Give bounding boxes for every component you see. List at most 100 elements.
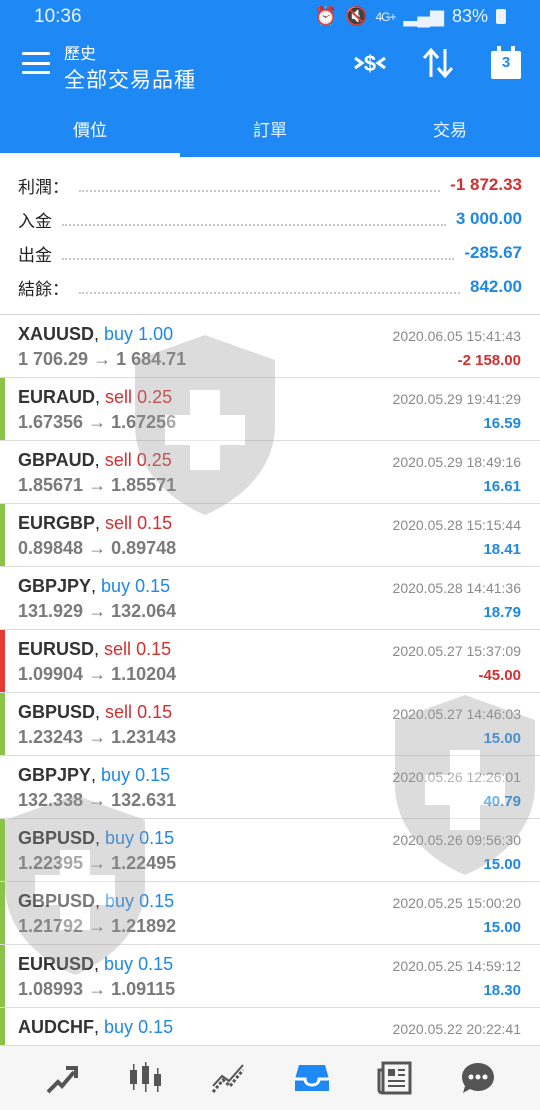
trade-prices: 132.338 → 132.631 (18, 790, 176, 811)
symbol-name: XAUUSD (18, 324, 95, 344)
menu-button[interactable] (22, 52, 50, 74)
mute-icon: 🔇 (345, 6, 368, 26)
symbol-name: GBPUSD (18, 828, 96, 848)
trade-time: 2020.05.25 14:59:12 (392, 958, 521, 974)
trade-row[interactable]: GBPJPY, buy 0.15 132.338 → 132.631 2020.05… (0, 756, 540, 819)
arrow-right-icon: → (83, 475, 112, 495)
trade-symbol: EURAUD, sell 0.25 (18, 387, 173, 407)
trade-row[interactable]: GBPUSD, buy 0.15 1.22395 → 1.22495 2020.05… (0, 819, 540, 882)
symbol-name: EURAUD (18, 387, 96, 407)
trade-time: 2020.06.05 15:41:43 (392, 328, 521, 344)
trade-side: buy (101, 765, 131, 785)
trade-prices: 1.85671 → 1.85571 (18, 475, 176, 496)
trade-symbol: GBPUSD, buy 0.15 (18, 828, 175, 848)
trade-status-bar (0, 504, 5, 566)
trade-symbol: AUDCHF, buy 0.15 (18, 1017, 174, 1037)
arrow-right-icon: → (83, 853, 112, 873)
close-price: 1.23143 (111, 727, 177, 747)
page-title[interactable]: 全部交易品種 (64, 64, 196, 94)
close-price: 1.10204 (111, 664, 177, 684)
summary-balance: 結餘： 842.00 (0, 270, 540, 304)
trade-volume: 0.15 (135, 576, 171, 596)
trade-profit: 18.41 (483, 541, 521, 558)
network-label: 4G+ (375, 9, 397, 24)
trade-symbol: XAUUSD, buy 1.00 (18, 324, 174, 344)
arrow-right-icon: → (83, 538, 112, 558)
trade-volume: 0.15 (137, 702, 173, 722)
sort-icon[interactable] (420, 46, 456, 80)
open-price: 1.67356 (18, 412, 84, 432)
open-price: 1 706.29 (18, 349, 89, 369)
trade-time: 2020.05.28 15:15:44 (392, 517, 521, 533)
trade-row[interactable]: XAUUSD, buy 1.00 1 706.29 → 1 684.71 2020.… (0, 315, 540, 378)
history-inbox-icon[interactable] (290, 1056, 334, 1100)
open-price: 1.09904 (18, 664, 84, 684)
trade-status-bar (0, 1008, 5, 1045)
account-summary: 利潤： -1 872.33 入金 3 000.00 出金 -285.67 結餘：… (0, 168, 540, 304)
open-price: 0.89848 (18, 538, 84, 558)
trade-side: buy (104, 324, 134, 344)
trade-row[interactable]: EURAUD, sell 0.25 1.67356 → 1.67256 2020.0… (0, 378, 540, 441)
tab-deals[interactable]: 交易 (360, 100, 540, 157)
open-price: 1.22395 (18, 853, 84, 873)
balance-label: 結餘： (18, 279, 69, 299)
trade-volume: 0.15 (137, 513, 173, 533)
trade-row[interactable]: GBPUSD, sell 0.15 1.23243 → 1.23143 2020.0… (0, 693, 540, 756)
chart-trend-icon[interactable] (206, 1056, 250, 1100)
trade-profit: 40.79 (483, 793, 521, 810)
trade-row[interactable]: EURUSD, sell 0.15 1.09904 → 1.10204 2020.0… (0, 630, 540, 693)
status-bar: 10:36 ⏰ 🔇 4G+ ▂▄▆ 83% (0, 0, 540, 34)
trade-side: sell (105, 387, 133, 407)
trade-side: sell (104, 639, 132, 659)
tab-positions[interactable]: 價位 (0, 100, 180, 157)
trade-profit: -2 158.00 (457, 352, 521, 369)
close-price: 132.631 (111, 790, 177, 810)
close-price: 1.21892 (111, 916, 177, 936)
trade-profit: 18.30 (483, 982, 521, 999)
arrow-right-icon: → (83, 916, 112, 936)
trade-prices: 1.23243 → 1.23143 (18, 727, 176, 748)
close-price: 132.064 (111, 601, 177, 621)
trade-status-bar (0, 945, 5, 1007)
trade-symbol: EURUSD, buy 0.15 (18, 954, 174, 974)
trade-arrow-icon[interactable] (40, 1056, 84, 1100)
trade-prices: 1.08993 → 1.09115 (18, 979, 175, 1000)
trade-prices: 1 706.29 → 1 684.71 (18, 349, 186, 370)
deposit-label: 入金 (18, 211, 52, 231)
news-icon[interactable] (373, 1056, 417, 1100)
trade-row[interactable]: EURGBP, sell 0.15 0.89848 → 0.89748 2020.0… (0, 504, 540, 567)
trade-time: 2020.05.27 15:37:09 (392, 643, 521, 659)
currency-exchange-icon[interactable]: $ (350, 46, 390, 80)
open-price: 132.338 (18, 790, 84, 810)
trade-profit: 18.79 (483, 604, 521, 621)
trade-row[interactable]: AUDCHF, buy 0.150.00000 → 0.000002020.05… (0, 1008, 540, 1045)
symbol-name: EURUSD (18, 639, 95, 659)
trade-prices: 1.09904 → 1.10204 (18, 664, 176, 685)
trade-row[interactable]: GBPUSD, buy 0.15 1.21792 → 1.21892 2020.05… (0, 882, 540, 945)
trade-symbol: EURGBP, sell 0.15 (18, 513, 173, 533)
trade-row[interactable]: EURUSD, buy 0.15 1.08993 → 1.09115 2020.05… (0, 945, 540, 1008)
trade-side: buy (105, 828, 135, 848)
trade-row[interactable]: GBPAUD, sell 0.25 1.85671 → 1.85571 2020.0… (0, 441, 540, 504)
open-price: 1.85671 (18, 475, 84, 495)
battery-label: 83% (451, 6, 488, 26)
signal-icon: ▂▄▆ (403, 6, 444, 26)
balance-value: 842.00 (470, 277, 522, 296)
alarm-icon: ⏰ (314, 6, 338, 26)
open-price: 1.08993 (18, 979, 84, 999)
symbol-name: GBPAUD (18, 450, 95, 470)
trade-time: 2020.05.25 15:00:20 (392, 895, 521, 911)
candlestick-icon[interactable] (123, 1056, 167, 1100)
symbol-name: EURGBP (18, 513, 96, 533)
withdrawal-value: -285.67 (464, 243, 522, 262)
close-price: 1.67256 (111, 412, 177, 432)
trade-history-list[interactable]: XAUUSD, buy 1.00 1 706.29 → 1 684.71 2020.… (0, 315, 540, 1045)
arrow-right-icon: → (88, 349, 117, 369)
tab-orders[interactable]: 訂單 (180, 100, 360, 157)
trade-row[interactable]: GBPJPY, buy 0.15 131.929 → 132.064 2020.05… (0, 567, 540, 630)
chat-icon[interactable] (456, 1056, 500, 1100)
profit-value: -1 872.33 (450, 175, 522, 194)
calendar-icon[interactable]: 3 (489, 46, 523, 80)
trade-status-bar (0, 819, 5, 881)
app-header: 10:36 ⏰ 🔇 4G+ ▂▄▆ 83% 歷史 全部交易品種 $ 3 價位 訂… (0, 0, 540, 157)
